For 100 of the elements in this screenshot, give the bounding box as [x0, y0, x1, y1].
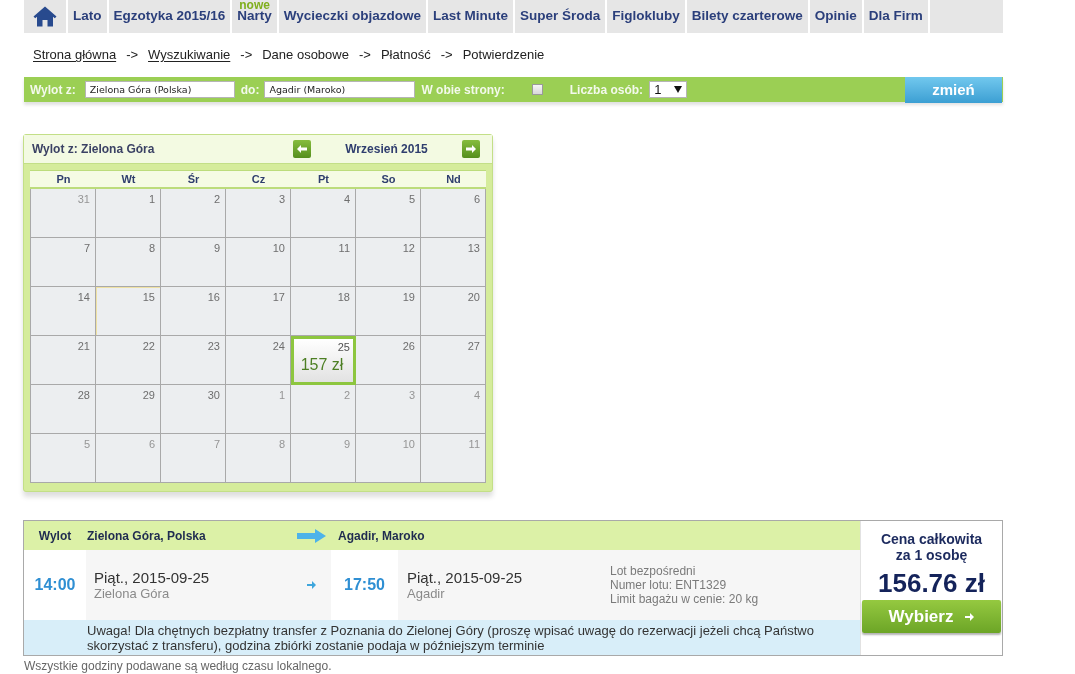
day-cell[interactable]: 19 — [356, 287, 421, 336]
arrow-right-icon — [466, 145, 476, 153]
day-number: 6 — [148, 438, 155, 451]
new-label: nowe — [239, 0, 270, 11]
day-cell[interactable]: 26 — [356, 336, 421, 385]
month-label: Wrzesień 2015 — [344, 141, 429, 158]
day-cell[interactable]: 18 — [291, 287, 356, 336]
total-price: 156.76 zł — [878, 568, 985, 598]
breadcrumb-link[interactable]: Wyszukiwanie — [148, 47, 231, 63]
persons-label: Liczba osób: — [569, 81, 644, 99]
origin-label: Zielona Góra, Polska — [86, 527, 207, 545]
day-cell[interactable]: 1 — [226, 385, 291, 434]
footer-note: Wszystkie godziny podawane są według czasu lokalnego. — [24, 659, 332, 673]
nav-item[interactable]: Opinie — [809, 0, 864, 33]
day-cell[interactable]: 5 — [356, 189, 421, 238]
day-number: 28 — [77, 389, 90, 402]
select-button[interactable]: Wybierz — [862, 600, 1001, 633]
home-icon[interactable] — [33, 6, 57, 27]
day-cell[interactable]: 7 — [31, 238, 96, 287]
day-cell[interactable]: 2 — [291, 385, 356, 434]
day-cell[interactable]: 29 — [96, 385, 161, 434]
day-cell[interactable]: 17 — [226, 287, 291, 336]
day-cell[interactable]: 21 — [31, 336, 96, 385]
day-cell[interactable]: 3 — [356, 385, 421, 434]
day-number: 17 — [272, 291, 285, 304]
nav-item[interactable]: Egzotyka 2015/16 — [108, 0, 233, 33]
day-number: 23 — [207, 340, 220, 353]
nav-item[interactable]: Lato — [68, 0, 109, 33]
day-cell[interactable]: 9 — [291, 434, 356, 483]
day-cell[interactable]: 24 — [226, 336, 291, 385]
day-cell[interactable]: 6 — [96, 434, 161, 483]
day-cell[interactable]: 14 — [31, 287, 96, 336]
day-cell[interactable]: 8 — [226, 434, 291, 483]
day-number: 4 — [473, 389, 480, 402]
day-number: 19 — [402, 291, 415, 304]
day-number: 7 — [83, 242, 90, 255]
to-label: do: — [240, 81, 260, 99]
nav-item[interactable]: Last Minute — [427, 0, 515, 33]
day-cell[interactable]: 1 — [96, 189, 161, 238]
day-cell[interactable]: 31 — [31, 189, 96, 238]
day-cell[interactable]: 3 — [226, 189, 291, 238]
day-cell[interactable]: 7 — [161, 434, 226, 483]
to-field[interactable]: Agadir (Maroko) — [264, 81, 416, 98]
next-month-button[interactable] — [462, 140, 480, 158]
nav-item[interactable]: nowe Narty — [232, 0, 279, 33]
day-cell[interactable]: 9 — [161, 238, 226, 287]
breadcrumb-step: Płatność — [380, 47, 431, 63]
nav-item[interactable]: Super Środa — [514, 0, 608, 33]
day-price: 157 zł — [300, 355, 344, 374]
day-number: 1 — [148, 193, 155, 206]
weekday-label: Pn — [55, 172, 72, 186]
day-number: 22 — [142, 340, 155, 353]
day-cell[interactable]: 11 — [421, 434, 486, 483]
day-cell[interactable]: 12 — [356, 238, 421, 287]
nav-item[interactable]: Bilety czarterowe — [686, 0, 810, 33]
flight-detail: Limit bagażu w cenie: 20 kg — [610, 592, 759, 606]
day-cell[interactable]: 10 — [356, 434, 421, 483]
day-number: 8 — [278, 438, 285, 451]
breadcrumb-separator: -> — [126, 47, 139, 63]
day-cell[interactable]: 22 — [96, 336, 161, 385]
day-cell[interactable]: 10 — [226, 238, 291, 287]
day-number: 2 — [343, 389, 350, 402]
round-trip-checkbox[interactable] — [531, 84, 543, 95]
day-number: 14 — [77, 291, 90, 304]
persons-select[interactable]: 1 — [649, 81, 688, 98]
prev-month-button[interactable] — [293, 140, 311, 158]
day-cell[interactable]: 13 — [421, 238, 486, 287]
weekday-label: Pt — [317, 172, 330, 186]
day-cell[interactable]: 5 — [31, 434, 96, 483]
nav-item[interactable]: Figlokluby — [607, 0, 687, 33]
direction-label: Wylot — [37, 527, 73, 545]
day-cell[interactable]: 4 — [421, 385, 486, 434]
arrow-right-icon — [297, 528, 326, 543]
day-cell[interactable]: 2 — [161, 189, 226, 238]
day-cell[interactable]: 16 — [161, 287, 226, 336]
day-cell[interactable]: 8 — [96, 238, 161, 287]
breadcrumb-link[interactable]: Strona główna — [33, 47, 117, 63]
day-cell[interactable]: 25 157 zł — [291, 336, 356, 385]
from-label: Wylot z: — [30, 81, 76, 99]
day-cell[interactable]: 11 — [291, 238, 356, 287]
nav-item[interactable]: Wycieczki objazdowe — [278, 0, 428, 33]
day-number: 13 — [467, 242, 480, 255]
day-cell[interactable]: 15 — [96, 287, 161, 336]
day-cell[interactable]: 30 — [161, 385, 226, 434]
day-number: 12 — [402, 242, 415, 255]
day-cell[interactable]: 23 — [161, 336, 226, 385]
day-number: 25 — [337, 341, 350, 354]
day-number: 29 — [142, 389, 155, 402]
day-number: 11 — [468, 438, 480, 451]
day-number: 5 — [83, 438, 90, 451]
from-field[interactable]: Zielona Góra (Polska) — [84, 81, 235, 98]
day-cell[interactable]: 27 — [421, 336, 486, 385]
nav-item[interactable]: Dla Firm — [863, 0, 930, 33]
arrow-left-icon — [297, 145, 307, 153]
day-number: 26 — [402, 340, 415, 353]
day-number: 4 — [343, 193, 350, 206]
day-cell[interactable]: 6 — [421, 189, 486, 238]
day-cell[interactable]: 4 — [291, 189, 356, 238]
day-cell[interactable]: 28 — [31, 385, 96, 434]
day-cell[interactable]: 20 — [421, 287, 486, 336]
